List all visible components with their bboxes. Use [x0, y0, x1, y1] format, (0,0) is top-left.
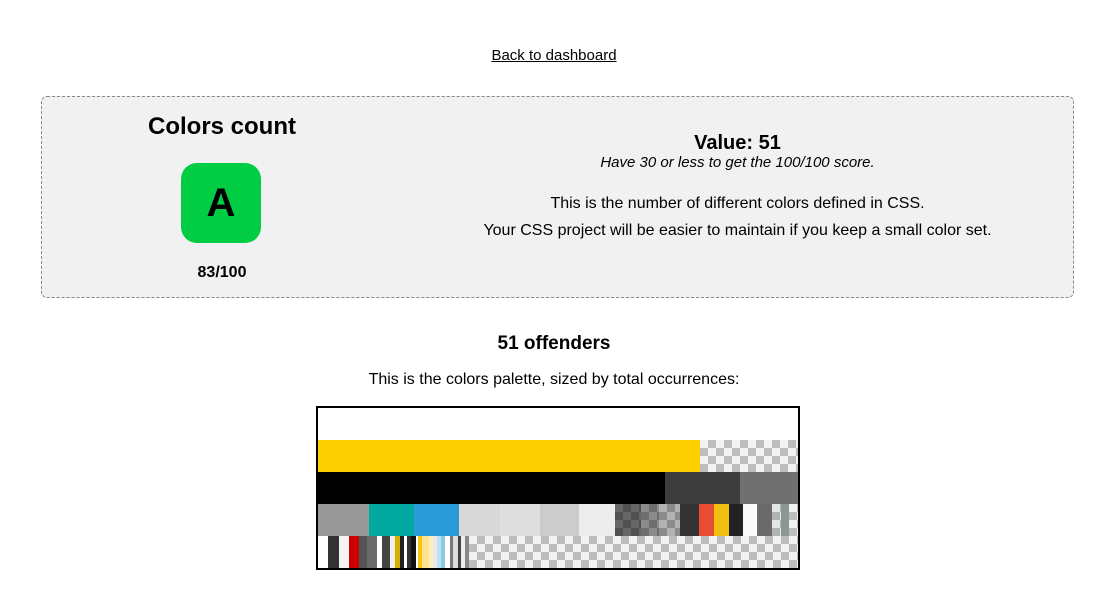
offenders-title: 51 offenders [497, 333, 611, 354]
palette-row [318, 408, 798, 440]
color-swatch[interactable] [358, 536, 368, 568]
color-swatch[interactable] [743, 504, 757, 536]
palette-row [318, 536, 798, 568]
color-swatch[interactable] [698, 504, 715, 536]
color-swatch[interactable] [469, 536, 798, 568]
color-swatch[interactable] [771, 504, 781, 536]
palette-caption: This is the colors palette, sized by tot… [368, 371, 740, 388]
color-swatch[interactable] [788, 504, 798, 536]
rule-card: Colors count A 83/100 Value: 51 Have 30 … [41, 96, 1074, 298]
rule-description-line-2: Your CSS project will be easier to maint… [483, 222, 992, 239]
color-swatch[interactable] [700, 440, 798, 472]
color-palette [316, 406, 800, 570]
grade-badge: A [181, 163, 261, 243]
value-text: Value: 51 [694, 132, 781, 154]
palette-row [318, 440, 798, 472]
color-swatch[interactable] [413, 504, 460, 536]
color-swatch[interactable] [318, 408, 798, 440]
color-swatch[interactable] [459, 504, 500, 536]
color-swatch[interactable] [578, 504, 616, 536]
color-swatch[interactable] [540, 504, 579, 536]
palette-row [318, 472, 798, 504]
color-swatch[interactable] [641, 504, 660, 536]
color-swatch[interactable] [381, 536, 391, 568]
color-swatch[interactable] [318, 440, 700, 472]
color-swatch[interactable] [757, 504, 772, 536]
rule-title: Colors count [148, 113, 296, 140]
back-to-dashboard-link[interactable]: Back to dashboard [491, 47, 616, 64]
color-swatch[interactable] [729, 504, 744, 536]
color-swatch[interactable] [499, 504, 541, 536]
color-swatch[interactable] [318, 504, 369, 536]
rule-description-line-1: This is the number of different colors d… [550, 195, 925, 212]
color-swatch[interactable] [615, 504, 642, 536]
back-link-container: Back to dashboard [0, 47, 1108, 64]
rule-details: Value: 51 Have 30 or less to get the 100… [402, 97, 1073, 297]
color-swatch[interactable] [679, 504, 699, 536]
color-swatch[interactable] [665, 472, 740, 504]
color-swatch[interactable] [368, 504, 414, 536]
rule-summary: Colors count A 83/100 [42, 97, 402, 297]
color-swatch[interactable] [328, 536, 339, 568]
color-swatch[interactable] [338, 536, 350, 568]
color-swatch[interactable] [318, 472, 665, 504]
color-swatch[interactable] [780, 504, 789, 536]
color-swatch[interactable] [714, 504, 730, 536]
color-swatch[interactable] [740, 472, 798, 504]
color-swatch[interactable] [318, 536, 329, 568]
color-swatch[interactable] [659, 504, 680, 536]
color-swatch[interactable] [349, 536, 359, 568]
score-hint: Have 30 or less to get the 100/100 score… [600, 154, 875, 171]
color-swatch[interactable] [367, 536, 377, 568]
palette-row [318, 504, 798, 536]
score-text: 83/100 [197, 264, 247, 281]
